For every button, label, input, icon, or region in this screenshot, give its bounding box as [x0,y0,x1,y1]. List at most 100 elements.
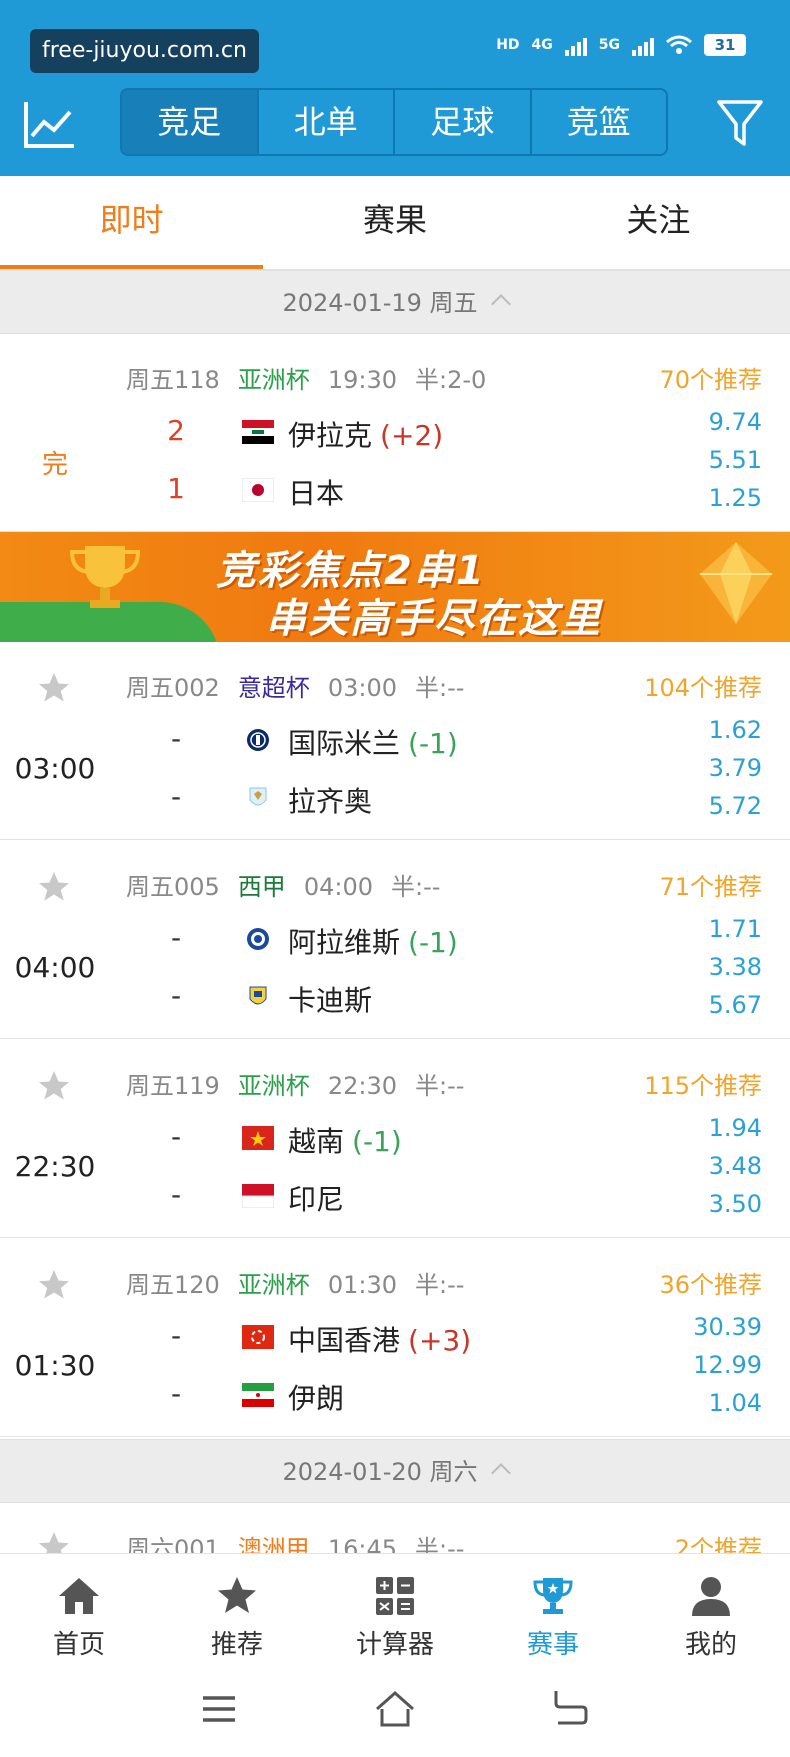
match-meta: 周五005 西甲 04:00 半:-- [126,867,458,902]
home-score: - [170,722,182,755]
watermark: free-jiuyou.com.cn [30,29,259,73]
away-team: 日本 [288,477,345,510]
nav-label: 推荐 [210,1630,263,1660]
home-row: - 越南 (-1) [0,1120,790,1160]
battery-icon: 31 [704,34,746,56]
match-meta: 周五118 亚洲杯 19:30 半:2-0 [126,360,504,395]
odds-lose[interactable]: 5.67 [709,991,762,1019]
star-icon[interactable] [36,869,72,905]
home-score: - [170,1120,182,1153]
odds-win[interactable]: 1.62 [709,716,762,744]
status-icons: HD 4G 5G 31 [496,30,746,60]
signal-icon-2 [632,34,654,56]
away-score: - [170,979,182,1012]
odds-win[interactable]: 1.71 [709,915,762,943]
away-row: - 伊朗 [0,1377,790,1417]
segment-beidan[interactable]: 北单 [256,90,394,154]
match-meta: 周五119 亚洲杯 22:30 半:-- [126,1066,482,1101]
away-team: 伊朗 [288,1382,345,1415]
match-card[interactable]: 01:30 周五120 亚洲杯 01:30 半:-- 36个推荐 - 中国香港 (+3)… [0,1239,790,1437]
recommend-count[interactable]: 36个推荐 [659,1265,762,1300]
handicap: (+2) [380,419,444,452]
away-team: 拉齐奥 [288,785,373,818]
recommend-count[interactable]: 71个推荐 [659,867,762,902]
recommend-count[interactable]: 115个推荐 [644,1066,762,1101]
lazio-logo-icon [249,787,267,806]
odds-draw[interactable]: 5.51 [709,446,762,474]
segment-jingzu[interactable]: 竞足 [122,90,257,154]
recommend-count[interactable]: 70个推荐 [659,360,762,395]
half-score: 半:-- [414,1271,465,1299]
odds-lose[interactable]: 5.72 [709,792,762,820]
home-row: - 阿拉维斯 (-1) [0,921,790,961]
top-bar: free-jiuyou.com.cn HD 4G 5G 31 竞足 北单 足球 … [0,0,790,176]
nav-label: 首页 [52,1630,105,1660]
odds-win[interactable]: 9.74 [709,408,762,436]
home-nav-icon[interactable] [373,1687,417,1731]
odds-lose[interactable]: 1.04 [709,1389,762,1417]
status-bar: free-jiuyou.com.cn HD 4G 5G 31 [0,0,790,80]
nav-mine[interactable]: 我的 [632,1554,790,1665]
nav-calculator[interactable]: 计算器 [316,1554,474,1665]
handicap: (-1) [408,727,458,760]
kickoff-time: 22:30 [327,1072,397,1100]
odds-lose[interactable]: 1.25 [709,484,762,512]
odds-draw[interactable]: 3.38 [709,953,762,981]
iran-flag-icon [242,1383,274,1407]
home-score: - [170,921,182,954]
date-header[interactable]: 2024-01-19 周五 [0,270,790,334]
star-icon[interactable] [36,670,72,706]
nav-home[interactable]: 首页 [0,1554,158,1665]
half-score: 半:-- [414,674,465,702]
home-row: - 国际米兰 (-1) [0,722,790,762]
away-row: - 印尼 [0,1178,790,1218]
match-card[interactable]: 完 周五118 亚洲杯 19:30 半:2-0 70个推荐 2 伊拉克 (+2) 1 日… [0,334,790,532]
menu-icon[interactable] [197,1687,241,1731]
tab-results[interactable]: 赛果 [263,176,526,269]
odds-win[interactable]: 1.94 [709,1114,762,1142]
odds-lose[interactable]: 3.50 [709,1190,762,1218]
cadiz-logo-icon [249,986,267,1005]
home-row: - 中国香港 (+3) [0,1319,790,1359]
league-name: 亚洲杯 [237,1072,310,1100]
handicap: (+3) [408,1324,472,1357]
inter-milan-logo-icon [247,729,269,751]
recommend-count[interactable]: 104个推荐 [644,668,762,703]
away-score: - [170,1377,182,1410]
kickoff-time: 04:00 [303,873,373,901]
nav-matches[interactable]: 赛事 [474,1554,632,1665]
trend-chart-icon[interactable] [22,98,78,152]
home-row: 2 伊拉克 (+2) [0,414,790,454]
match-card[interactable]: 03:00 周五002 意超杯 03:00 半:-- 104个推荐 - 国际米兰 (-1… [0,642,790,840]
tab-follow[interactable]: 关注 [527,176,790,269]
kickoff-time: 03:00 [327,674,397,702]
star-icon[interactable] [36,1267,72,1303]
match-code: 周五005 [126,873,220,901]
match-card[interactable]: 22:30 周五119 亚洲杯 22:30 半:-- 115个推荐 - 越南 (-1) … [0,1040,790,1238]
nav-recommend[interactable]: 推荐 [158,1554,316,1665]
user-icon [692,1577,730,1616]
tab-live[interactable]: 即时 [0,176,264,269]
back-icon[interactable] [548,1687,592,1731]
match-card[interactable]: 04:00 周五005 西甲 04:00 半:-- 71个推荐 - 阿拉维斯 (-1) … [0,841,790,1039]
star-icon[interactable] [36,1068,72,1104]
half-score: 半:2-0 [414,366,487,394]
hd-icon: HD [496,37,520,53]
segment-zuqiu[interactable]: 足球 [393,90,530,154]
away-score: - [170,780,182,813]
banner-line2: 串关高手尽在这里 [266,596,602,642]
odds-draw[interactable]: 3.79 [709,754,762,782]
match-meta: 周五002 意超杯 03:00 半:-- [126,668,482,703]
diamond-graphic [700,542,772,624]
promo-banner[interactable]: 竞彩焦点2串1 串关高手尽在这里 [0,532,790,642]
odds-draw[interactable]: 3.48 [709,1152,762,1180]
filter-icon[interactable] [716,98,764,150]
segment-jinglan[interactable]: 竞篮 [529,90,667,154]
signal-icon [564,34,587,56]
home-team: 越南 (-1) [288,1125,402,1158]
date-header[interactable]: 2024-01-20 周六 [0,1439,790,1503]
home-score: 2 [167,414,185,447]
odds-draw[interactable]: 12.99 [693,1351,762,1379]
away-row: - 卡迪斯 [0,979,790,1019]
odds-win[interactable]: 30.39 [693,1313,762,1341]
